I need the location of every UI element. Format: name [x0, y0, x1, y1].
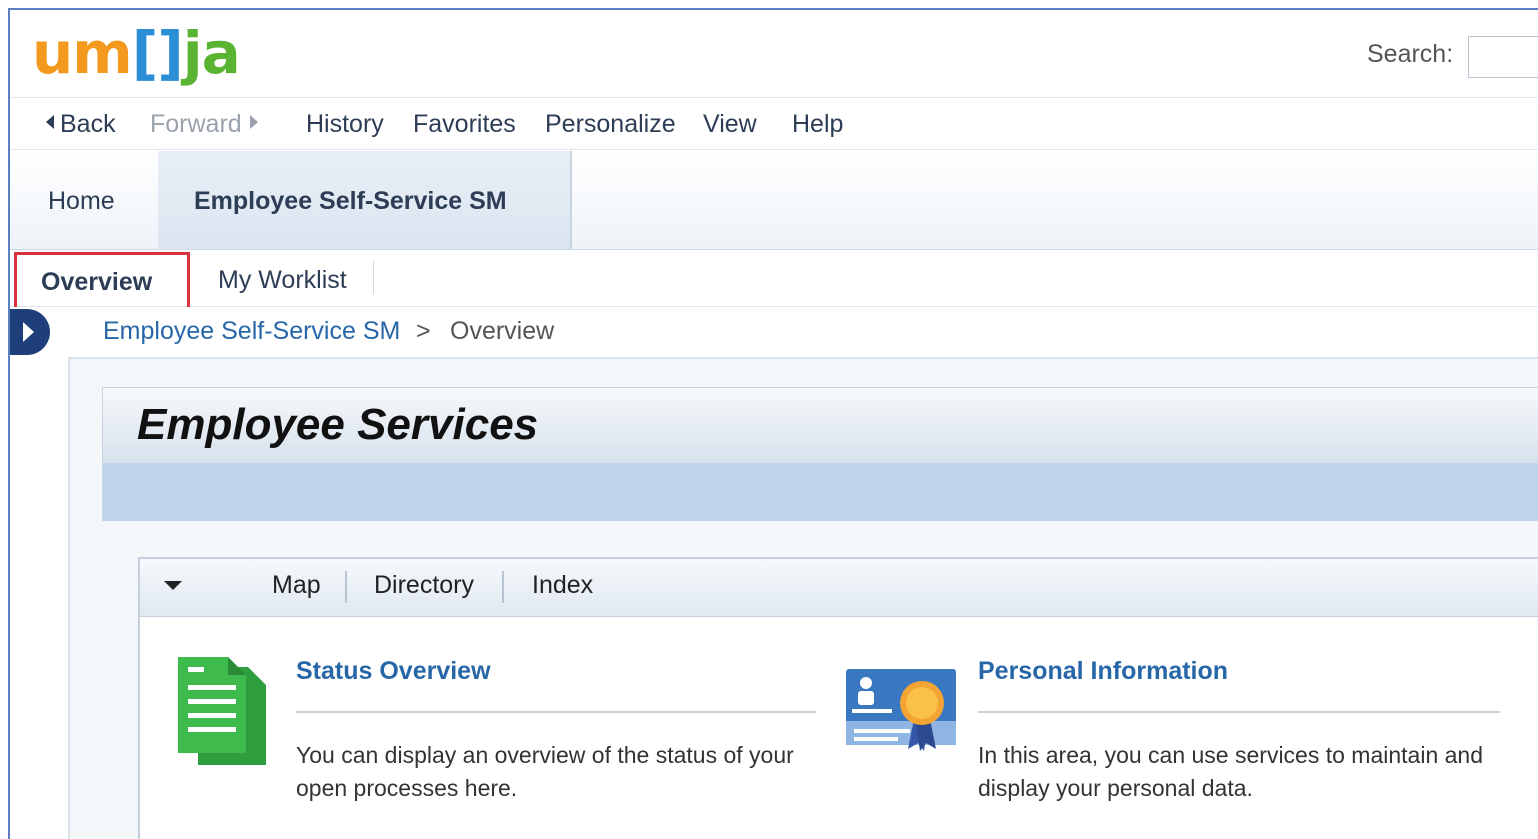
view-menu[interactable]: View [703, 110, 757, 139]
content-area: Employee Services Map Directory Index St… [68, 357, 1538, 839]
personal-information-description: In this area, you can use services to ma… [978, 742, 1484, 801]
personal-information-divider [978, 711, 1500, 713]
back-label: Back [60, 110, 116, 138]
portal-window: um[]ja Search: Back Forward History Favo… [8, 8, 1538, 839]
tab-index[interactable]: Index [532, 571, 593, 600]
subtab-overview[interactable]: Overview [14, 252, 190, 310]
logo-text-ja: ja [182, 19, 241, 87]
breadcrumb-parent-link[interactable]: Employee Self-Service SM [103, 317, 400, 346]
second-level-tabs: Overview My Worklist [10, 249, 1538, 310]
page-header-band [102, 463, 1538, 521]
tab-employee-self-service-label: Employee Self-Service SM [194, 187, 507, 215]
services-panel: Map Directory Index Status Overview You … [138, 557, 1538, 839]
tab-map[interactable]: Map [272, 571, 321, 600]
page-header: Employee Services [102, 387, 1538, 463]
umoja-logo: um[]ja [32, 18, 241, 88]
help-menu[interactable]: Help [792, 110, 843, 139]
logo-text-um: um [32, 19, 133, 87]
document-stack-icon[interactable] [176, 655, 268, 767]
forward-arrow-icon [249, 115, 258, 129]
status-overview-divider [296, 711, 816, 713]
forward-label: Forward [150, 110, 242, 138]
breadcrumb-separator: > [416, 317, 431, 345]
subtab-divider [373, 260, 374, 294]
search-label: Search: [1367, 40, 1454, 68]
navigation-bar: Back Forward History Favorites Personali… [10, 98, 1538, 150]
expand-sidebar-icon[interactable] [10, 309, 50, 355]
panel-tab-divider [502, 571, 504, 603]
panel-toolbar: Map Directory Index [140, 559, 1538, 617]
subtab-my-worklist[interactable]: My Worklist [218, 266, 347, 295]
top-header: um[]ja Search: [10, 10, 1538, 98]
favorites-menu[interactable]: Favorites [413, 110, 516, 139]
personalize-menu[interactable]: Personalize [545, 110, 676, 139]
page-title: Employee Services [137, 400, 539, 449]
logo-text-mark: [] [131, 19, 184, 87]
back-arrow-icon [46, 115, 54, 129]
breadcrumb-current: Overview [450, 317, 555, 345]
id-card-ribbon-icon[interactable] [846, 669, 958, 753]
status-overview-link[interactable]: Status Overview [296, 657, 491, 686]
subtab-overview-label: Overview [41, 268, 153, 296]
personal-information-link[interactable]: Personal Information [978, 657, 1228, 686]
panel-tab-divider [345, 571, 347, 603]
search-input[interactable] [1468, 36, 1538, 78]
collapse-caret-icon[interactable] [164, 581, 182, 590]
status-overview-description: You can display an overview of the statu… [296, 742, 794, 801]
tab-directory[interactable]: Directory [374, 571, 474, 600]
back-button[interactable]: Back [46, 110, 116, 139]
tab-home[interactable]: Home [48, 187, 115, 216]
forward-button[interactable]: Forward [150, 110, 258, 139]
top-level-tabs: Home Employee Self-Service SM [10, 151, 1538, 249]
breadcrumb: Employee Self-Service SM > Overview [10, 307, 1538, 357]
tab-employee-self-service[interactable]: Employee Self-Service SM [158, 151, 572, 249]
history-menu[interactable]: History [306, 110, 384, 139]
